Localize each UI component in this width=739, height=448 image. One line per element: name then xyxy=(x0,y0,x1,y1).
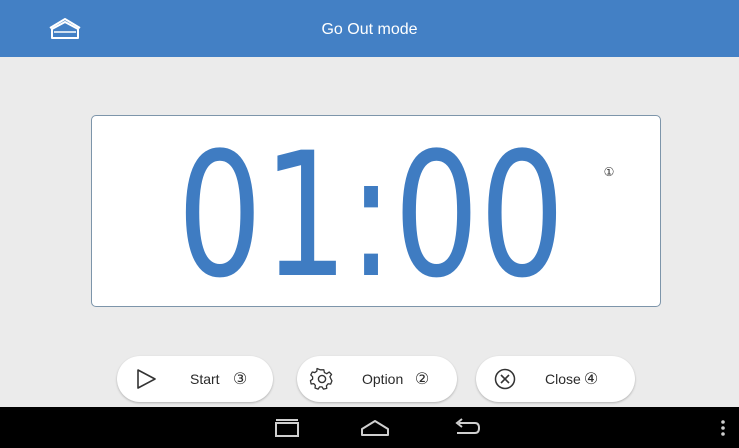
overflow-menu-icon[interactable] xyxy=(716,415,730,441)
recent-apps-icon[interactable] xyxy=(270,415,304,441)
play-icon xyxy=(134,367,160,391)
system-nav-bar xyxy=(0,407,739,448)
timer-digits: 01:00 xyxy=(177,115,565,316)
gear-icon xyxy=(309,367,335,391)
callout-marker-4: ④ xyxy=(583,369,599,388)
start-label: Start xyxy=(190,371,220,387)
start-button[interactable]: Start ③ xyxy=(117,356,273,402)
close-label: Close xyxy=(545,371,581,387)
go-out-mode-screen: Go Out mode 01:00 ① Start ③ Option ② Clo… xyxy=(0,0,739,448)
option-button[interactable]: Option ② xyxy=(297,356,457,402)
home-icon[interactable] xyxy=(358,415,392,441)
back-icon[interactable] xyxy=(449,415,483,441)
callout-marker-3: ③ xyxy=(232,369,248,388)
close-button[interactable]: Close ④ xyxy=(476,356,635,402)
close-circle-icon xyxy=(492,367,518,391)
option-label: Option xyxy=(362,371,404,387)
callout-marker-2: ② xyxy=(414,369,430,388)
callout-marker-1: ① xyxy=(603,165,615,179)
